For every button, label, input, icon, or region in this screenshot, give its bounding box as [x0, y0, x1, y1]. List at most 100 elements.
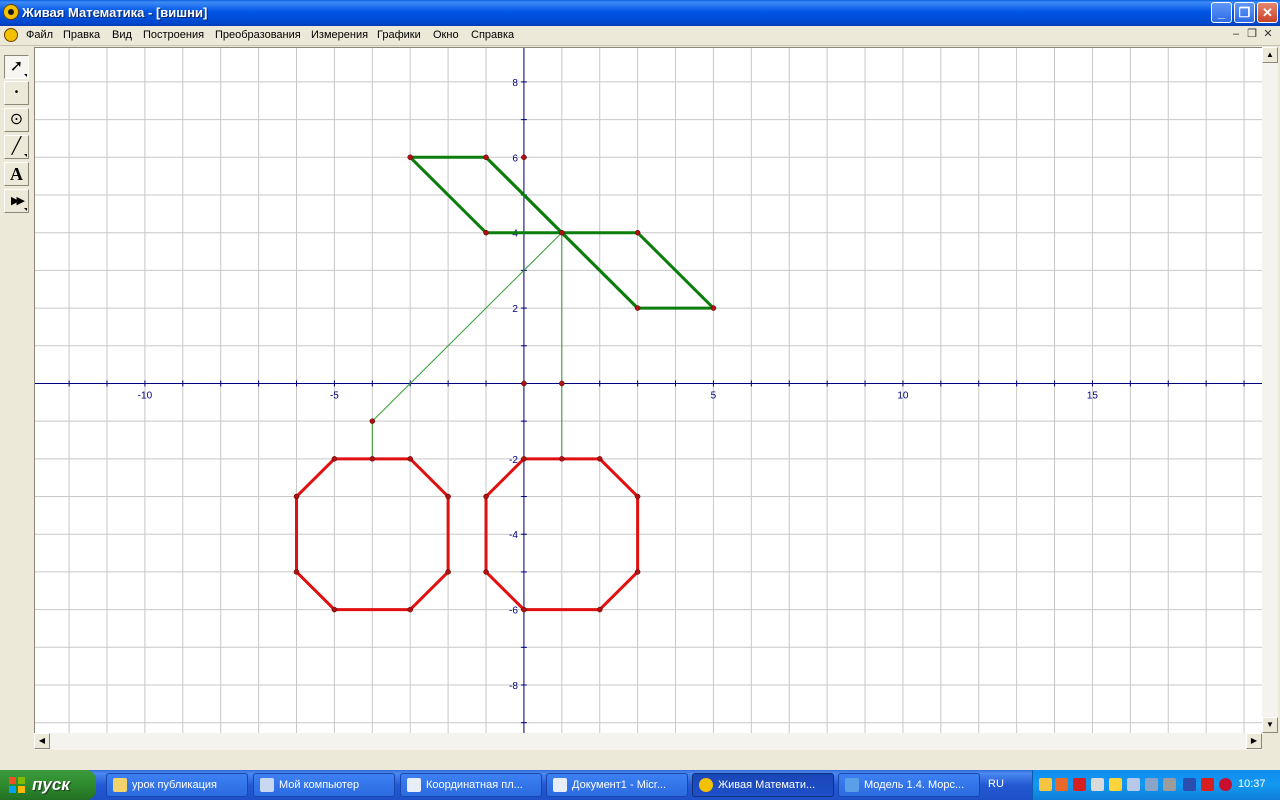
y-tick-label: -8	[509, 681, 518, 692]
tray-activity-icon[interactable]	[1109, 778, 1122, 791]
toolbox: ➚ • ⊙ ╱ A ▶▶	[0, 50, 33, 790]
construction-point[interactable]	[483, 569, 489, 575]
construction-point[interactable]	[483, 493, 489, 500]
construction-point[interactable]	[521, 456, 527, 462]
sketch-canvas[interactable]: -10 -5 5 10 15 8 6 2 -2 -4 -6 -8 4	[34, 47, 1263, 734]
construction-point[interactable]	[634, 569, 641, 575]
construction-point[interactable]	[596, 606, 603, 613]
word-doc-icon	[553, 778, 567, 792]
construction-point[interactable]	[559, 456, 565, 462]
tray-battery-icon[interactable]	[1183, 778, 1196, 791]
construction-point[interactable]	[407, 606, 413, 613]
construction-point[interactable]	[521, 606, 527, 613]
straightedge-tool[interactable]: ╱	[4, 135, 29, 159]
construction-point[interactable]	[293, 569, 300, 575]
tray-ati-icon[interactable]	[1073, 778, 1086, 791]
task-sketchpad[interactable]: Живая Математи...	[692, 773, 834, 797]
word-doc-icon	[407, 778, 421, 792]
y-tick-label: -4	[509, 530, 518, 541]
task-word-doc-2[interactable]: Документ1 - Micr...	[546, 773, 688, 797]
scroll-right-arrow[interactable]: ▶	[1246, 733, 1262, 749]
construction-point[interactable]	[369, 456, 376, 462]
title-bar: Живая Математика - [вишни] _ ❐ ✕	[0, 0, 1280, 26]
task-word-doc-1[interactable]: Координатная пл...	[400, 773, 542, 797]
scroll-up-arrow[interactable]: ▲	[1262, 47, 1278, 63]
doc-restore-button[interactable]: ❐	[1245, 28, 1259, 42]
construction-point[interactable]	[407, 456, 413, 462]
arrow-tool[interactable]: ➚	[4, 55, 29, 79]
menu-window[interactable]: Окно	[433, 29, 459, 41]
construction-point[interactable]	[407, 154, 413, 161]
scroll-down-arrow[interactable]: ▼	[1262, 717, 1278, 733]
menu-help[interactable]: Справка	[471, 29, 514, 41]
compass-tool-icon: ⊙	[9, 111, 24, 128]
construction-point[interactable]	[445, 493, 451, 500]
minimize-button[interactable]: _	[1211, 2, 1232, 23]
horizontal-scrollbar[interactable]: ◀ ▶	[34, 733, 1262, 750]
menu-transform[interactable]: Преобразования	[215, 29, 301, 41]
construction-point[interactable]	[634, 229, 641, 236]
construction-point[interactable]	[596, 456, 603, 462]
construction-point[interactable]	[710, 305, 717, 311]
x-tick-label: -5	[330, 390, 339, 401]
tray-security-icon[interactable]	[1219, 778, 1232, 791]
tray-display-icon[interactable]	[1127, 778, 1140, 791]
construction-point[interactable]	[521, 154, 527, 161]
y-tick-label: 2	[512, 304, 518, 315]
construction-point[interactable]	[445, 569, 451, 575]
start-label: пуск	[32, 775, 70, 794]
custom-tool[interactable]: ▶▶	[4, 189, 29, 213]
construction-point[interactable]	[559, 380, 565, 387]
app-icon[interactable]	[3, 4, 19, 20]
task-folder[interactable]: урок публикация	[106, 773, 248, 797]
tray-connection-icon[interactable]	[1145, 778, 1158, 791]
tray-update-icon[interactable]	[1163, 778, 1176, 791]
construction-point[interactable]	[634, 305, 641, 311]
tray-network-icon[interactable]	[1039, 778, 1052, 791]
construction-point[interactable]	[521, 380, 527, 387]
construction-point[interactable]	[331, 456, 338, 462]
maximize-button[interactable]: ❐	[1234, 2, 1255, 23]
task-ie-browser[interactable]: Модель 1.4. Морс...	[838, 773, 980, 797]
vertical-scrollbar[interactable]: ▲ ▼	[1262, 47, 1278, 733]
clock: 10:37	[1238, 778, 1266, 790]
doc-close-button[interactable]: ✕	[1261, 28, 1275, 42]
taskbar: пуск урок публикация Мой компьютер Коорд…	[0, 770, 1280, 800]
computer-icon	[260, 778, 274, 792]
construction-point[interactable]	[369, 418, 376, 424]
menu-view[interactable]: Вид	[112, 29, 132, 41]
y-tick-label: -6	[509, 606, 518, 617]
menu-construct[interactable]: Построения	[143, 29, 204, 41]
task-my-computer[interactable]: Мой компьютер	[253, 773, 395, 797]
menu-file[interactable]: Файл	[26, 29, 53, 41]
menu-bar: Файл Правка Вид Построения Преобразовани…	[0, 26, 1280, 46]
text-tool[interactable]: A	[4, 162, 29, 186]
menu-measure[interactable]: Измерения	[311, 29, 368, 41]
construction-point[interactable]	[331, 606, 338, 613]
x-tick-label: 15	[1087, 390, 1099, 401]
x-tick-label: 10	[897, 390, 909, 401]
start-button[interactable]: пуск	[0, 770, 96, 800]
folder-icon	[113, 778, 127, 792]
close-button[interactable]: ✕	[1257, 2, 1278, 23]
construction-point[interactable]	[483, 154, 489, 161]
y-tick-label: 8	[512, 78, 518, 89]
compass-tool[interactable]: ⊙	[4, 108, 29, 132]
tray-volume-icon[interactable]	[1091, 778, 1104, 791]
point-tool[interactable]: •	[4, 81, 29, 105]
ie-icon	[845, 778, 859, 792]
construction-point[interactable]	[293, 493, 300, 500]
tray-app-icon[interactable]	[1055, 778, 1068, 791]
document-icon[interactable]	[4, 28, 18, 42]
language-indicator[interactable]: RU	[988, 778, 1004, 790]
tray-antivirus-icon[interactable]	[1201, 778, 1214, 791]
construction-point[interactable]	[483, 229, 489, 236]
text-tool-icon: A	[10, 164, 23, 184]
menu-graph[interactable]: Графики	[377, 29, 421, 41]
menu-edit[interactable]: Правка	[63, 29, 100, 41]
doc-minimize-button[interactable]: –	[1229, 28, 1243, 42]
construction-point[interactable]	[559, 229, 565, 236]
construction-point[interactable]	[634, 493, 641, 500]
scroll-left-arrow[interactable]: ◀	[34, 733, 50, 749]
coordinate-plane[interactable]: -10 -5 5 10 15862-2-4-6-84	[35, 48, 1263, 734]
